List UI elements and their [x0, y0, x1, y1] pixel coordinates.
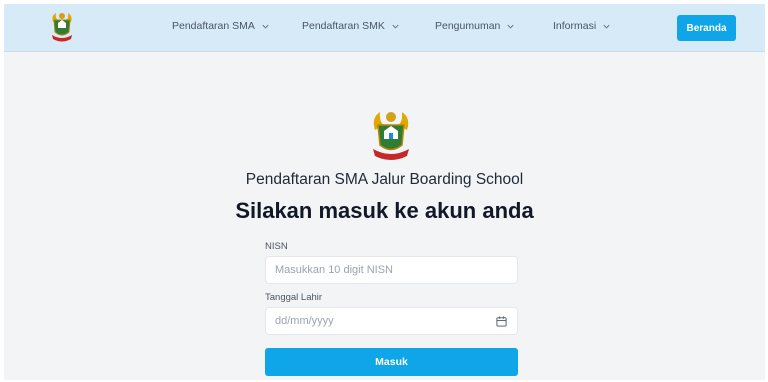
masuk-button[interactable]: Masuk — [265, 348, 518, 376]
calendar-icon[interactable] — [496, 316, 507, 327]
emblem-icon — [369, 108, 413, 164]
nav-item-label: Informasi — [553, 20, 597, 32]
nisn-label: NISN — [265, 241, 288, 252]
nav-pendaftaran-sma[interactable]: Pendaftaran SMA — [172, 20, 270, 32]
form-title: Silakan masuk ke akun anda — [235, 198, 534, 223]
nav-pengumuman[interactable]: Pengumuman — [435, 20, 515, 32]
nav-item-label: Pengumuman — [435, 20, 501, 32]
beranda-button[interactable]: Beranda — [677, 15, 736, 41]
nisn-placeholder: Masukkan 10 digit NISN — [275, 264, 393, 276]
chevron-down-icon — [602, 22, 611, 31]
chevron-down-icon — [391, 22, 400, 31]
nav-item-label: Pendaftaran SMK — [302, 20, 385, 32]
nav-pendaftaran-smk[interactable]: Pendaftaran SMK — [302, 20, 400, 32]
emblem-logo-icon[interactable] — [49, 10, 75, 44]
nisn-input[interactable]: Masukkan 10 digit NISN — [265, 256, 518, 284]
nav-item-label: Pendaftaran SMA — [172, 20, 255, 32]
birthdate-label: Tanggal Lahir — [265, 292, 323, 303]
birthdate-placeholder: dd/mm/yyyy — [275, 315, 334, 327]
page: Pendaftaran SMA Pendaftaran SMK Pengumum… — [4, 4, 765, 380]
form-subtitle: Pendaftaran SMA Jalur Boarding School — [245, 171, 524, 188]
top-navbar: Pendaftaran SMA Pendaftaran SMK Pengumum… — [4, 4, 765, 52]
chevron-down-icon — [506, 22, 515, 31]
chevron-down-icon — [261, 22, 270, 31]
nav-informasi[interactable]: Informasi — [553, 20, 611, 32]
birthdate-input[interactable]: dd/mm/yyyy — [265, 307, 518, 335]
